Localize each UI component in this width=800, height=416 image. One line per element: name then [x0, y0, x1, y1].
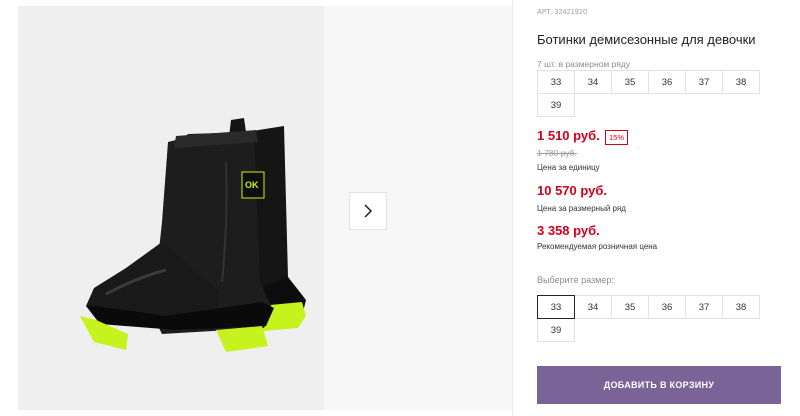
pack-size-cell: 35	[611, 70, 649, 94]
size-option-33[interactable]: 33	[537, 295, 575, 319]
size-option-38[interactable]: 38	[722, 295, 760, 319]
unit-price-label: Цена за единицу	[537, 163, 600, 172]
add-to-cart-button[interactable]: ДОБАВИТЬ В КОРЗИНУ	[537, 366, 781, 404]
pack-size-cell: 37	[685, 70, 723, 94]
unit-price: 1 510 руб.	[537, 128, 600, 143]
next-image-button[interactable]	[349, 192, 387, 230]
size-option-39[interactable]: 39	[537, 318, 575, 342]
retail-price-label: Рекомендуемая розничная цена	[537, 242, 658, 251]
product-title: Ботинки демисезонные для девочки	[537, 32, 756, 47]
pack-size-cell: 39	[537, 93, 575, 117]
pack-count-label: 7 шт. в размерном ряду	[537, 59, 631, 69]
boots-image: OK	[80, 118, 306, 352]
size-selector: 33 34 35 36 37 38 39	[537, 295, 760, 342]
product-gallery: OK	[0, 0, 512, 416]
pack-size-cell: 33	[537, 70, 575, 94]
product-sku: АРТ. 32421920	[537, 9, 588, 16]
pack-price-label: Цена за размерный ряд	[537, 204, 626, 213]
size-option-36[interactable]: 36	[648, 295, 686, 319]
size-option-37[interactable]: 37	[685, 295, 723, 319]
discount-badge: 15%	[605, 130, 629, 145]
product-photo[interactable]: OK	[18, 6, 324, 410]
pack-size-cell: 38	[722, 70, 760, 94]
pack-price: 10 570 руб.	[537, 183, 608, 198]
svg-text:OK: OK	[245, 180, 259, 190]
retail-price: 3 358 руб.	[537, 223, 600, 238]
choose-size-label: Выберите размер:	[537, 275, 614, 285]
size-option-35[interactable]: 35	[611, 295, 649, 319]
size-option-34[interactable]: 34	[574, 295, 612, 319]
pack-size-cell: 34	[574, 70, 612, 94]
chevron-right-icon	[364, 204, 373, 218]
pack-size-cell: 36	[648, 70, 686, 94]
pack-size-grid: 33 34 35 36 37 38 39	[537, 70, 760, 117]
divider	[512, 0, 513, 416]
old-price: 1 780 руб.	[537, 148, 577, 158]
